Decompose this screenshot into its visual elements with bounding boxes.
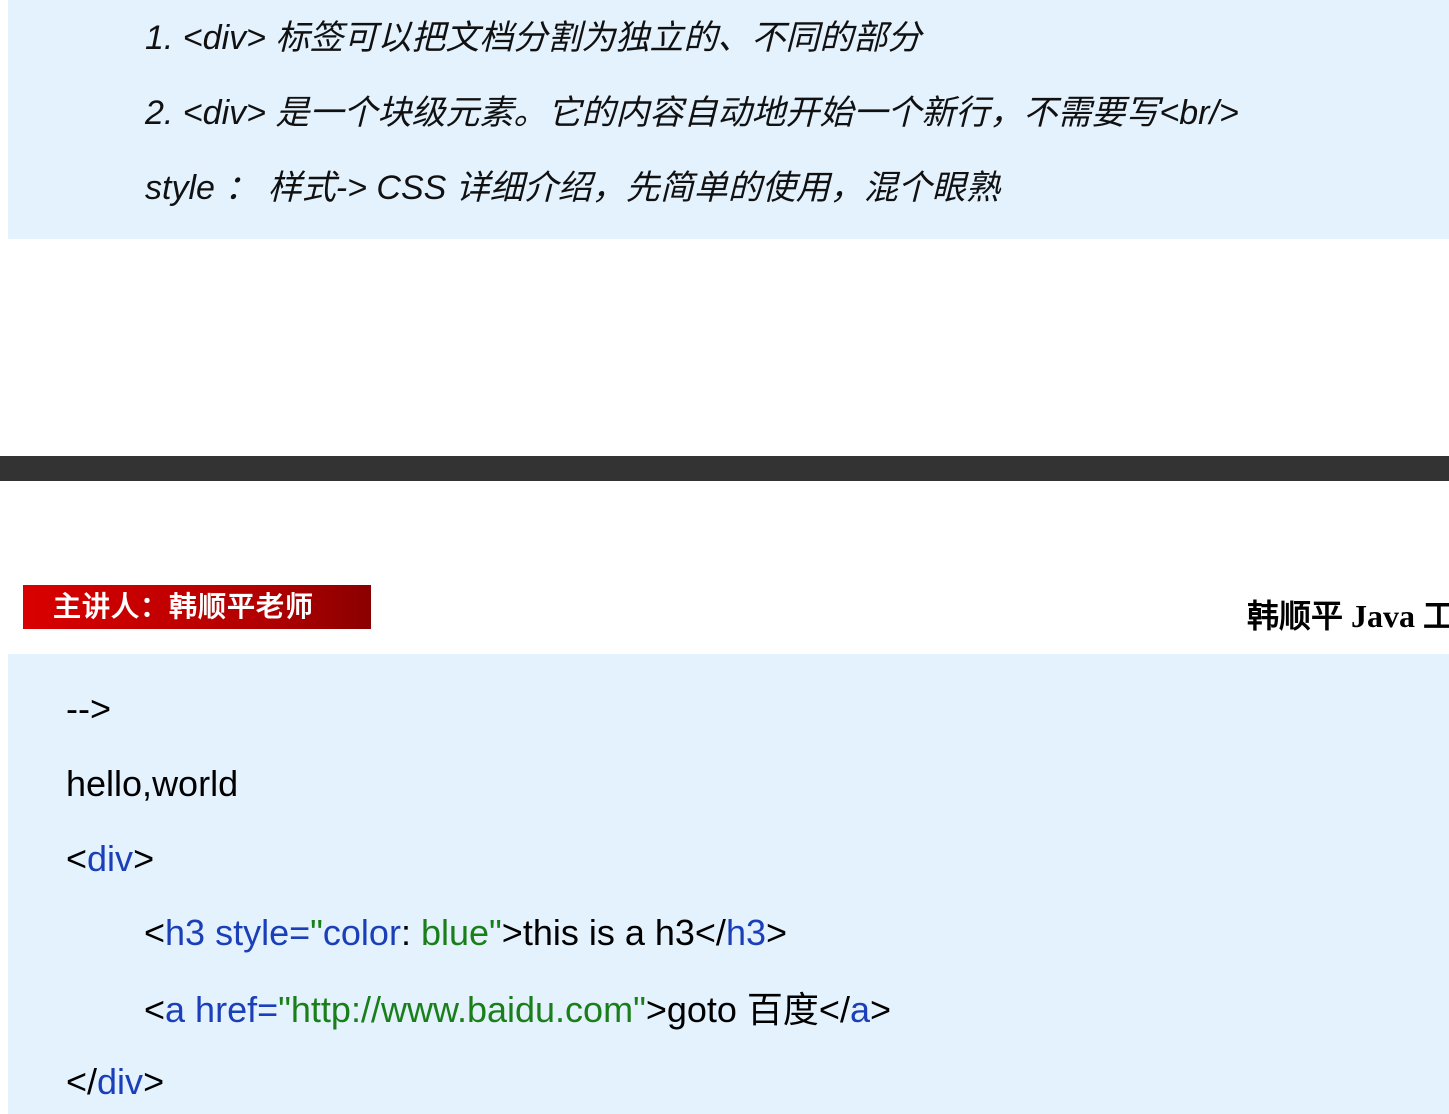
- speaker-badge: 主讲人：韩顺平老师: [23, 585, 371, 629]
- code-tag-h3: h3 style=: [165, 912, 311, 953]
- code-punct: >: [133, 838, 155, 879]
- code-href-value: "http://www.baidu.com": [278, 989, 646, 1030]
- code-punct: <: [144, 989, 166, 1030]
- code-h3-text: >this is a h3</: [501, 912, 726, 953]
- note-line-3: style ： 样式-> CSS 详细介绍，先简单的使用，混个眼熟: [145, 169, 1000, 207]
- code-div-open: <div>: [66, 837, 154, 881]
- code-style-prop: color: [322, 912, 401, 953]
- code-style-value: blue: [420, 912, 490, 953]
- code-tag-a-close: a: [849, 989, 870, 1030]
- code-box: [8, 654, 1449, 1114]
- course-header: 韩顺平 Java 工: [1247, 598, 1449, 634]
- code-tag-div: div: [87, 838, 134, 879]
- code-a-line: <a href="http://www.baidu.com">goto 百度</…: [144, 988, 891, 1032]
- code-tag-a: a href=: [165, 989, 279, 1030]
- slide-divider: [0, 456, 1449, 481]
- code-tag-div-close: div: [97, 1061, 144, 1102]
- code-tag-h3-close: h3: [725, 912, 766, 953]
- note-line-1: 1. <div> 标签可以把文档分割为独立的、不同的部分: [145, 19, 922, 57]
- code-punct: >: [870, 989, 892, 1030]
- code-punct: </: [66, 1061, 98, 1102]
- code-quote: ": [310, 912, 323, 953]
- code-punct: <: [66, 838, 88, 879]
- code-hello-text: hello,world: [66, 763, 239, 804]
- note-line-2: 2. <div> 是一个块级元素。它的内容自动地开始一个新行，不需要写<br/>: [145, 94, 1239, 132]
- code-punct: <: [144, 912, 166, 953]
- speaker-label: 主讲人：韩顺平老师: [53, 590, 315, 623]
- code-a-text: >goto 百度</: [645, 989, 850, 1030]
- code-punct: >: [143, 1061, 165, 1102]
- code-quote: ": [489, 912, 502, 953]
- code-div-close: </div>: [66, 1060, 164, 1104]
- code-comment-end: -->: [66, 688, 111, 729]
- code-h3-line: <h3 style="color: blue">this is a h3</h3…: [144, 911, 787, 955]
- code-punct: >: [765, 912, 788, 953]
- code-colon: :: [400, 912, 421, 953]
